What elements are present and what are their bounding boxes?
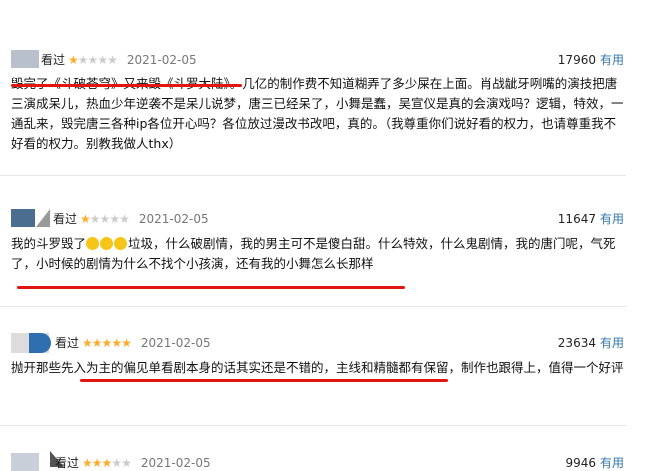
vote-area: 23634 有用 xyxy=(540,334,624,351)
review-meta: 看过 ★★★★★ 2021-02-05 xyxy=(41,51,197,68)
star-icon: ★ xyxy=(91,335,103,350)
review-text-start: 我的斗罗毁了 xyxy=(11,236,87,251)
avatar[interactable] xyxy=(11,50,39,68)
divider xyxy=(0,425,626,426)
vote-count: 23634 xyxy=(557,336,596,350)
rating-stars: ★★★★★ xyxy=(68,52,118,67)
star-icon: ★ xyxy=(82,335,93,350)
star-icon: ★ xyxy=(109,211,120,226)
useful-button[interactable]: 有用 xyxy=(600,212,624,226)
review-date: 2021-02-05 xyxy=(126,52,197,67)
watch-status: 看过 xyxy=(41,53,66,67)
star-icon: ★ xyxy=(77,52,89,67)
rating-stars: ★★★★★ xyxy=(80,211,130,226)
useful-button[interactable]: 有用 xyxy=(600,53,624,67)
annotation-underline xyxy=(80,379,448,382)
star-icon: ★ xyxy=(99,211,111,226)
star-icon: ★ xyxy=(97,52,108,67)
star-icon: ★ xyxy=(101,335,113,350)
avatar[interactable] xyxy=(11,453,39,471)
star-icon: ★ xyxy=(119,211,130,226)
review-text: 抛开那些先入为主的偏见单看剧本身的话其实还是不错的，主线和精髓都有保留，制作也跟… xyxy=(11,360,624,375)
useful-button[interactable]: 有用 xyxy=(600,456,624,470)
annotation-underline xyxy=(11,84,242,87)
star-icon: ★ xyxy=(111,335,122,350)
avatar-inner xyxy=(29,333,51,353)
star-icon: ★ xyxy=(121,335,132,350)
avatar-corner xyxy=(36,209,50,227)
star-icon: ★ xyxy=(68,52,79,67)
vote-count: 11647 xyxy=(557,212,596,226)
review-meta: 看过 ★★★★★ 2021-02-05 xyxy=(53,210,209,227)
divider xyxy=(0,175,626,176)
star-icon: ★ xyxy=(80,211,91,226)
divider xyxy=(0,306,626,307)
star-icon: ★ xyxy=(89,211,101,226)
avatar[interactable] xyxy=(11,209,35,227)
star-icon: ★ xyxy=(87,52,99,67)
watch-status: 看过 xyxy=(53,212,78,226)
vote-count: 17960 xyxy=(557,53,596,67)
vote-area: 17960 有用 xyxy=(540,51,624,68)
vote-count: 9946 xyxy=(565,456,596,470)
useful-button[interactable]: 有用 xyxy=(600,336,624,350)
vote-area: 11647 有用 xyxy=(540,210,624,227)
review-date: 2021-02-05 xyxy=(140,335,211,350)
watch-status: 看过 xyxy=(55,336,80,350)
annotation-underline xyxy=(17,286,405,289)
review-meta: 看过 ★★★★★ 2021-02-05 xyxy=(55,334,211,351)
star-icon: ★ xyxy=(107,52,118,67)
review-date: 2021-02-05 xyxy=(138,211,209,226)
rating-stars: ★★★★★ xyxy=(82,335,132,350)
review-text: 我的斗罗毁了 垃圾，什么破剧情，我的男主可不是傻白甜。什么特效，什么鬼剧情，我的唐… xyxy=(11,234,625,274)
crying-laughing-emoji xyxy=(86,236,128,251)
